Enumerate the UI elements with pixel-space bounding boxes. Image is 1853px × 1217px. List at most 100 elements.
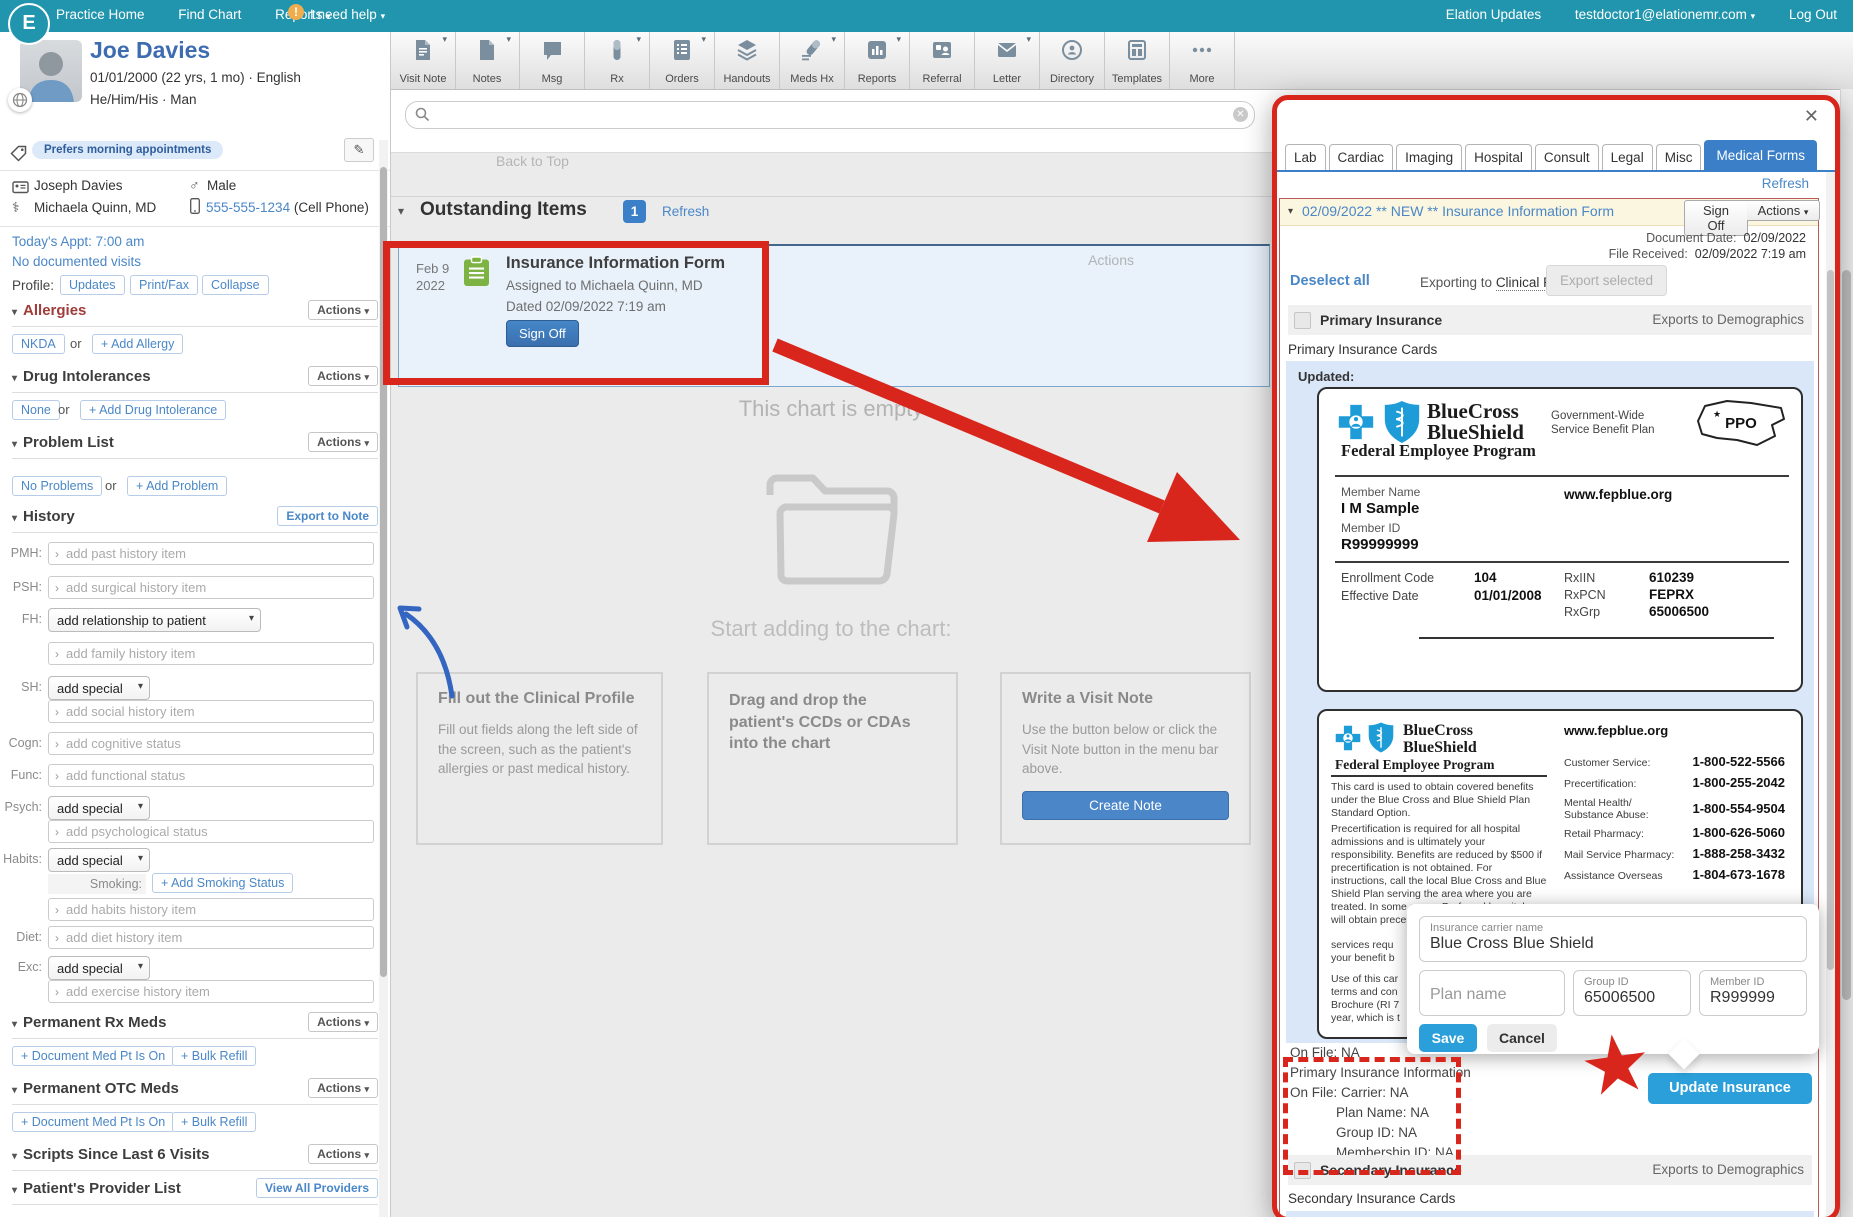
toolbar-msg-button[interactable]: Msg	[520, 32, 585, 89]
toolbar-meds-hx-button[interactable]: ▾ Meds Hx	[780, 32, 845, 89]
nav-account-menu[interactable]: testdoctor1@elationemr.com ▾	[1575, 7, 1755, 22]
caret-down-icon[interactable]: ▾	[12, 1085, 17, 1096]
create-note-button[interactable]: Create Note	[1022, 791, 1229, 820]
group-id-field[interactable]: Group ID 65006500	[1573, 970, 1691, 1016]
nav-practice-home[interactable]: Practice Home	[56, 7, 145, 22]
toolbar-notes-button[interactable]: ▾ Notes	[455, 32, 520, 89]
psych-input[interactable]: ›add psychological status	[48, 820, 374, 843]
habits-input[interactable]: ›add habits history item	[48, 898, 374, 921]
primary-insurance-checkbox[interactable]	[1294, 312, 1311, 329]
nav-help[interactable]: I need help ▾	[310, 7, 385, 22]
sh-special-select[interactable]: add special▾	[48, 676, 150, 700]
doc-actions-button[interactable]: Actions ▾	[1747, 200, 1820, 221]
no-problems-pill[interactable]: No Problems	[12, 476, 102, 496]
caret-down-icon[interactable]: ▾	[12, 373, 17, 384]
item-title[interactable]: Insurance Information Form	[506, 254, 725, 273]
exc-input[interactable]: ›add exercise history item	[48, 980, 374, 1003]
rx-meds-actions-button[interactable]: Actions ▾	[308, 1012, 378, 1032]
phone-link[interactable]: 555-555-1234	[206, 200, 290, 215]
diet-input[interactable]: ›add diet history item	[48, 926, 374, 949]
item-actions-link[interactable]: Actions	[1088, 252, 1134, 268]
tab-lab[interactable]: Lab	[1285, 144, 1326, 170]
update-insurance-button[interactable]: Update Insurance	[1648, 1073, 1812, 1104]
func-input[interactable]: ›add functional status	[48, 764, 374, 787]
add-allergy-button[interactable]: + Add Allergy	[92, 334, 183, 354]
caret-down-icon[interactable]: ▾	[12, 1151, 17, 1162]
toolbar-rx-button[interactable]: ▾ Rx	[585, 32, 650, 89]
view-all-providers-button[interactable]: View All Providers	[256, 1178, 378, 1198]
drug-intolerance-none-pill[interactable]: None	[12, 400, 60, 420]
caret-down-icon[interactable]: ▾	[12, 1019, 17, 1030]
secondary-insurance-checkbox[interactable]	[1294, 1162, 1311, 1179]
sidebar-scrollbar-thumb[interactable]	[380, 167, 387, 977]
nav-elation-updates[interactable]: Elation Updates	[1446, 7, 1541, 22]
toolbar-referral-button[interactable]: Referral	[910, 32, 975, 89]
cogn-input[interactable]: ›add cognitive status	[48, 732, 374, 755]
caret-down-icon[interactable]: ▾	[12, 1185, 17, 1196]
otc-meds-actions-button[interactable]: Actions ▾	[308, 1078, 378, 1098]
nav-logout[interactable]: Log Out	[1789, 7, 1837, 22]
outstanding-refresh-link[interactable]: Refresh	[662, 204, 709, 219]
tab-imaging[interactable]: Imaging	[1396, 144, 1462, 170]
toolbar-orders-button[interactable]: ▾ Orders	[650, 32, 715, 89]
sh-input[interactable]: ›add social history item	[48, 700, 374, 723]
plan-name-field[interactable]: Plan name	[1419, 970, 1565, 1016]
close-icon[interactable]: ✕	[1804, 106, 1819, 127]
caret-down-icon[interactable]: ▾	[12, 307, 17, 318]
problem-list-actions-button[interactable]: Actions ▾	[308, 432, 378, 452]
tab-consult[interactable]: Consult	[1535, 144, 1599, 170]
tab-cardiac[interactable]: Cardiac	[1329, 144, 1394, 170]
carrier-field[interactable]: Insurance carrier name Blue Cross Blue S…	[1419, 916, 1807, 962]
fh-relationship-select[interactable]: add relationship to patient▾	[48, 608, 261, 632]
bulk-refill-button[interactable]: + Bulk Refill	[172, 1112, 256, 1132]
habits-special-select[interactable]: add special▾	[48, 848, 150, 872]
outstanding-item-row[interactable]: Feb 92022 Insurance Information Form Ass…	[398, 244, 1270, 387]
deselect-all-link[interactable]: Deselect all	[1290, 273, 1370, 289]
caret-down-icon[interactable]: ▾	[1288, 206, 1293, 217]
export-selected-button[interactable]: Export selected	[1546, 265, 1667, 296]
caret-down-icon[interactable]: ▾	[12, 513, 17, 524]
nav-find-chart[interactable]: Find Chart	[178, 7, 241, 22]
document-med-button[interactable]: + Document Med Pt Is On	[12, 1046, 174, 1066]
panel-refresh-link[interactable]: Refresh	[1762, 176, 1809, 191]
psych-special-select[interactable]: add special▾	[48, 796, 150, 820]
sign-off-button[interactable]: Sign Off	[506, 320, 579, 347]
tab-medical-forms[interactable]: Medical Forms	[1704, 140, 1817, 170]
tab-legal[interactable]: Legal	[1602, 144, 1653, 170]
elation-logo[interactable]: E	[8, 3, 50, 45]
profile-collapse-button[interactable]: Collapse	[202, 275, 269, 295]
edit-tags-button[interactable]: ✎	[344, 138, 374, 162]
caret-down-icon[interactable]: ▾	[12, 439, 17, 450]
documented-visits-link[interactable]: No documented visits	[12, 254, 141, 269]
clear-search-icon[interactable]: ✕	[1233, 107, 1248, 122]
profile-updates-button[interactable]: Updates	[60, 275, 125, 295]
chart-search-input[interactable]: ✕	[405, 101, 1255, 129]
patient-name[interactable]: Joe Davies	[90, 37, 210, 64]
member-id-field[interactable]: Member ID R999999	[1699, 970, 1807, 1016]
panel-scrollbar-thumb[interactable]	[1827, 270, 1834, 970]
document-title-link[interactable]: 02/09/2022 ** NEW ** Insurance Informati…	[1302, 203, 1614, 219]
toolbar-visit-note-button[interactable]: ▾ Visit Note	[390, 32, 456, 89]
export-to-note-button[interactable]: Export to Note	[277, 506, 378, 526]
tab-hospital[interactable]: Hospital	[1465, 144, 1532, 170]
allergy-nkda-pill[interactable]: NKDA	[12, 334, 65, 354]
save-button[interactable]: Save	[1419, 1024, 1477, 1052]
toolbar-directory-button[interactable]: Directory	[1040, 32, 1105, 89]
drug-intolerances-actions-button[interactable]: Actions ▾	[308, 366, 378, 386]
add-smoking-status-button[interactable]: + Add Smoking Status	[152, 873, 293, 893]
exc-special-select[interactable]: add special▾	[48, 956, 150, 980]
toolbar-more-button[interactable]: More	[1170, 32, 1235, 89]
page-scrollbar-thumb[interactable]	[1842, 270, 1851, 1000]
todays-appt-link[interactable]: Today's Appt: 7:00 am	[12, 234, 144, 249]
add-problem-button[interactable]: + Add Problem	[127, 476, 227, 496]
scripts-actions-button[interactable]: Actions ▾	[308, 1144, 378, 1164]
profile-printfax-button[interactable]: Print/Fax	[130, 275, 198, 295]
bulk-refill-button[interactable]: + Bulk Refill	[172, 1046, 256, 1066]
toolbar-reports-button[interactable]: ▾ Reports	[845, 32, 910, 89]
cancel-button[interactable]: Cancel	[1487, 1024, 1557, 1052]
fh-input[interactable]: ›add family history item	[48, 642, 374, 665]
toolbar-templates-button[interactable]: Templates	[1105, 32, 1170, 89]
patient-tag-pill[interactable]: Prefers morning appointments	[32, 141, 223, 159]
collapse-caret-icon[interactable]: ▾	[398, 204, 404, 218]
pmh-input[interactable]: ›add past history item	[48, 542, 374, 565]
